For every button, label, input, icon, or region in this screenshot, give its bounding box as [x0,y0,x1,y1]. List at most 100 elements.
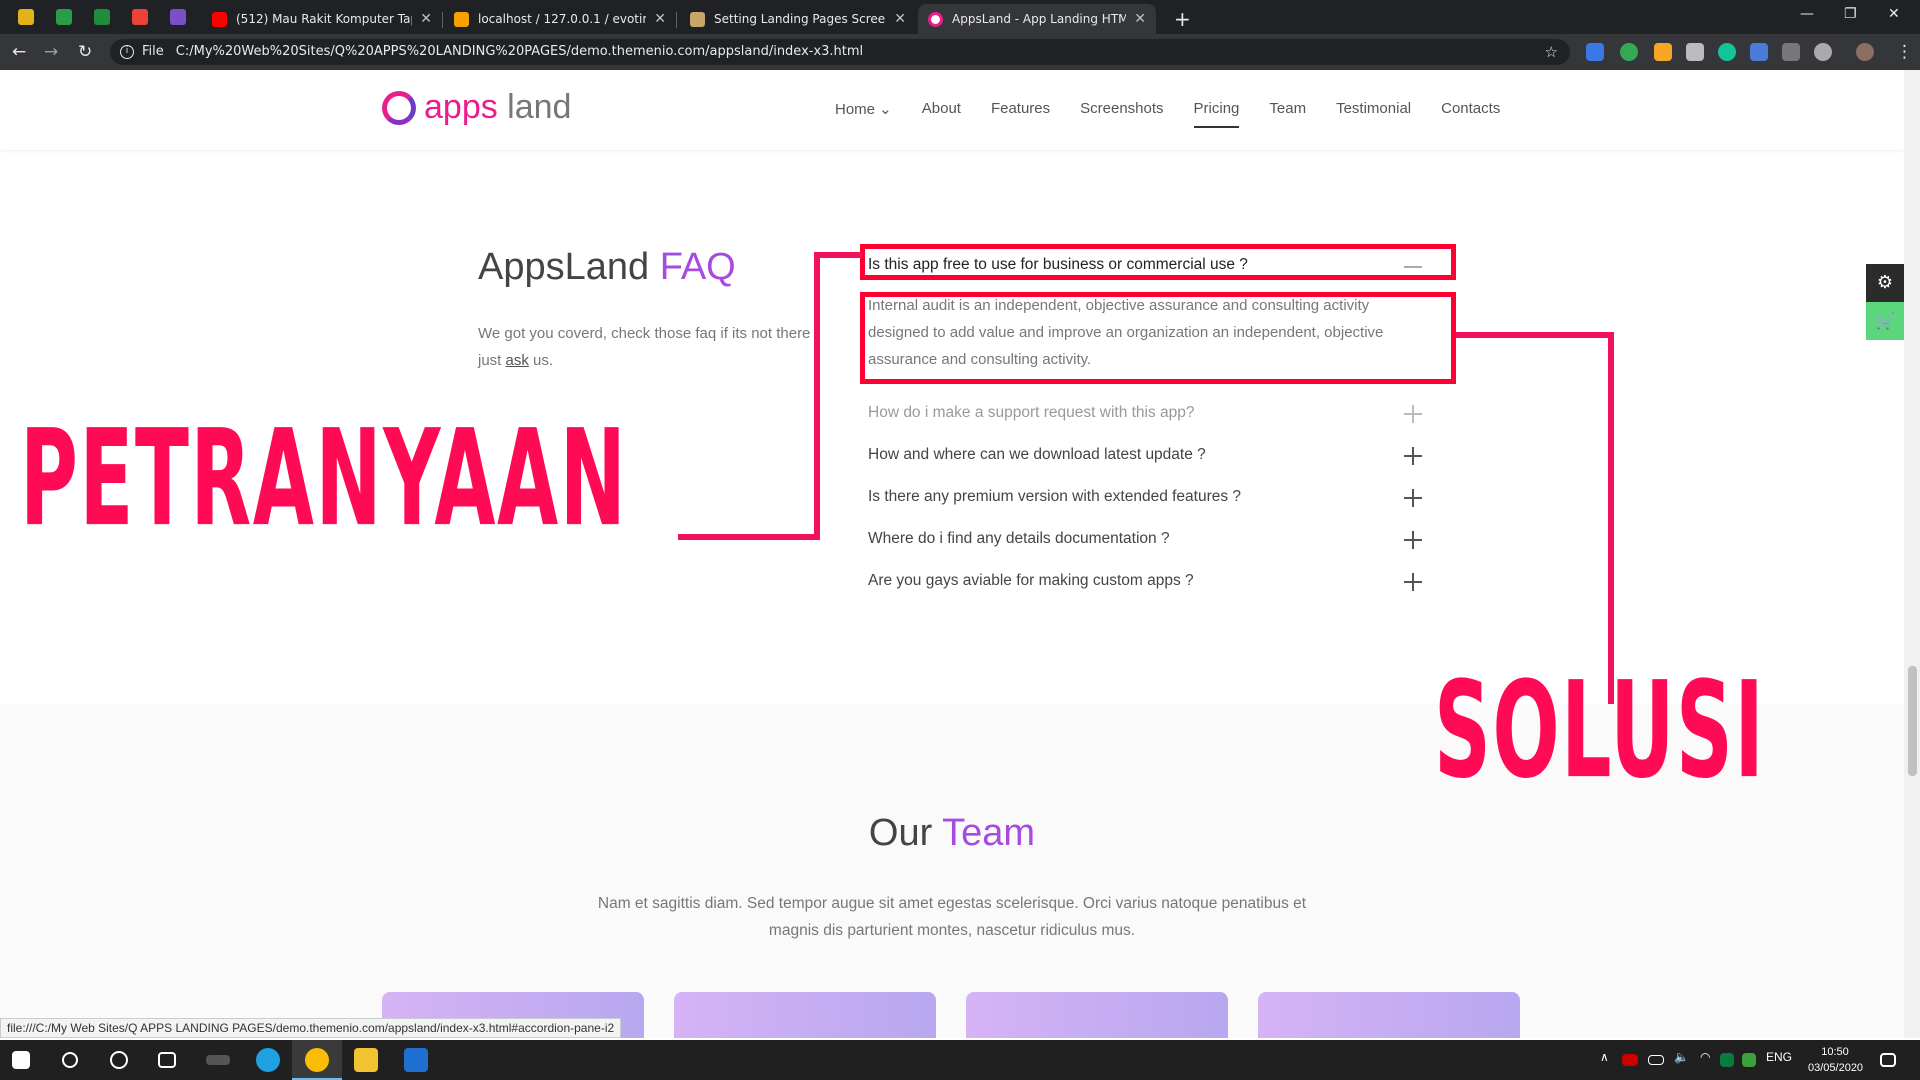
expand-icon[interactable] [1404,573,1422,591]
answer-highlight-box [860,292,1456,384]
tray-green-icon[interactable] [1742,1053,1756,1067]
volume-icon[interactable]: 🔈 [1674,1050,1689,1064]
faq-question-3[interactable]: How and where can we download latest upd… [868,446,1428,464]
logo-text: apps land [424,88,572,126]
tray-chevron-icon[interactable]: ∧ [1600,1050,1609,1064]
shield-icon[interactable] [1720,1053,1734,1067]
extension-off-icon[interactable] [1654,43,1672,61]
status-bar-url: file:///C:/My Web Sites/Q APPS LANDING P… [0,1018,622,1038]
cortana-icon[interactable] [110,1051,128,1069]
close-tab-icon[interactable]: ✕ [654,11,666,27]
ask-link[interactable]: ask [506,352,529,369]
nav-contacts[interactable]: Contacts [1441,100,1500,118]
windows-taskbar: ∧ 🔈 ◠ ENG 10:50 03/05/2020 [0,1040,1920,1080]
file-explorer-icon[interactable] [354,1048,378,1072]
extension-diamond-icon[interactable] [1782,43,1800,61]
faq-question-5[interactable]: Where do i find any details documentatio… [868,530,1428,548]
info-icon[interactable]: i [120,44,134,59]
new-tab-button[interactable]: + [1164,4,1194,34]
close-window-icon[interactable]: ✕ [1888,6,1900,22]
nav-about[interactable]: About [922,100,961,118]
forward-icon[interactable]: → [44,42,58,62]
extension-circle-icon[interactable] [1620,43,1638,61]
wifi-icon[interactable]: ◠ [1700,1050,1710,1064]
pinned-tab-drive-icon[interactable] [56,9,72,25]
connector-line [678,534,820,540]
pinned-tab-gmail-icon[interactable] [132,9,148,25]
expand-icon[interactable] [1404,405,1422,423]
tab-separator [442,12,443,28]
page-viewport: apps land Home ⌄ About Features Screensh… [0,70,1904,1038]
tab-youtube[interactable]: (512) Mau Rakit Komputer Tapi M ✕ [202,4,442,34]
team-description: Nam et sagittis diam. Sed tempor augue s… [597,895,1307,939]
app-logo-icon[interactable] [206,1055,230,1065]
settings-gear-icon[interactable]: ⚙ [1866,264,1904,302]
notification-icon[interactable] [1880,1053,1896,1067]
tray-app-icon[interactable] [1622,1054,1638,1066]
faq-question-4[interactable]: Is there any premium version with extend… [868,488,1428,506]
expand-icon[interactable] [1404,489,1422,507]
taskbar-clock[interactable]: 10:50 03/05/2020 [1808,1044,1863,1076]
extension-print-icon[interactable] [1686,43,1704,61]
extension-new-icon[interactable] [1586,43,1604,61]
back-icon[interactable]: ← [12,42,26,62]
tab-setting-landing[interactable]: Setting Landing Pages Screensho ✕ [680,4,916,34]
team-card[interactable] [1258,992,1520,1038]
address-bar[interactable]: i File C:/My%20Web%20Sites/Q%20APPS%20LAND… [110,39,1570,65]
pinned-tab-sheets-icon[interactable] [18,9,34,25]
profile-avatar[interactable] [1856,43,1874,61]
language-indicator[interactable]: ENG [1766,1050,1792,1064]
minimize-icon[interactable]: — [1800,6,1814,22]
tab-appsland[interactable]: AppsLand - App Landing HTML T ✕ [918,4,1156,34]
page-scrollbar[interactable] [1904,70,1920,1038]
tab-phpmyadmin[interactable]: localhost / 127.0.0.1 / evotingpk ✕ [444,4,676,34]
nav-testimonial[interactable]: Testimonial [1336,100,1411,118]
browser-toolbar: ← → ↻ i File C:/My%20Web%20Sites/Q%20APPS%… [0,34,1920,70]
extension-bulb-icon[interactable] [1814,43,1832,61]
nav-home[interactable]: Home ⌄ [835,100,892,118]
grammarly-icon[interactable] [1718,43,1736,61]
tab-separator [676,12,677,28]
connector-line [1456,332,1614,338]
mail-icon[interactable] [404,1048,428,1072]
nav-screenshots[interactable]: Screenshots [1080,100,1163,118]
windows-start-icon[interactable] [12,1051,30,1069]
cart-icon[interactable]: 🛒 [1866,302,1904,340]
expand-icon[interactable] [1404,447,1422,465]
close-tab-icon[interactable]: ✕ [420,11,432,27]
appsland-icon [928,11,943,27]
chrome-icon[interactable] [305,1048,329,1072]
document-icon [690,11,705,27]
team-title: Our Team [868,812,1036,854]
connector-line [814,252,862,258]
task-view-icon[interactable] [158,1052,176,1068]
scrollbar-thumb[interactable] [1908,666,1917,776]
phpmyadmin-icon [454,11,469,27]
edge-icon[interactable] [256,1048,280,1072]
main-nav: Home ⌄ About Features Screenshots Pricin… [835,100,1530,128]
faq-question-6[interactable]: Are you gays aviable for making custom a… [868,572,1428,590]
search-icon[interactable] [62,1052,78,1068]
menu-kebab-icon[interactable]: ⋮ [1896,42,1913,62]
download-extension-icon[interactable] [1750,43,1768,61]
pinned-tab-forms-icon[interactable] [170,9,186,25]
faq-subtitle: We got you coverd, check those faq if it… [478,325,811,369]
nav-features[interactable]: Features [991,100,1050,118]
expand-icon[interactable] [1404,531,1422,549]
reload-icon[interactable]: ↻ [78,42,92,62]
annotation-solusi: SOLUSI [1434,652,1766,809]
bookmark-star-icon[interactable]: ☆ [1545,39,1558,65]
nav-team[interactable]: Team [1269,100,1306,118]
site-header: apps land Home ⌄ About Features Screensh… [0,70,1904,150]
annotation-petranyaan: PETRANYAAN [20,400,628,557]
close-tab-icon[interactable]: ✕ [894,11,906,27]
close-tab-icon[interactable]: ✕ [1134,11,1146,27]
pinned-tab-sheets2-icon[interactable] [94,9,110,25]
team-card[interactable] [966,992,1228,1038]
battery-icon[interactable] [1648,1055,1664,1065]
nav-pricing[interactable]: Pricing [1193,100,1239,128]
team-card[interactable] [674,992,936,1038]
site-logo[interactable]: apps land [382,88,571,127]
faq-question-2[interactable]: How do i make a support request with thi… [868,404,1428,422]
restore-icon[interactable]: ❐ [1844,6,1857,22]
